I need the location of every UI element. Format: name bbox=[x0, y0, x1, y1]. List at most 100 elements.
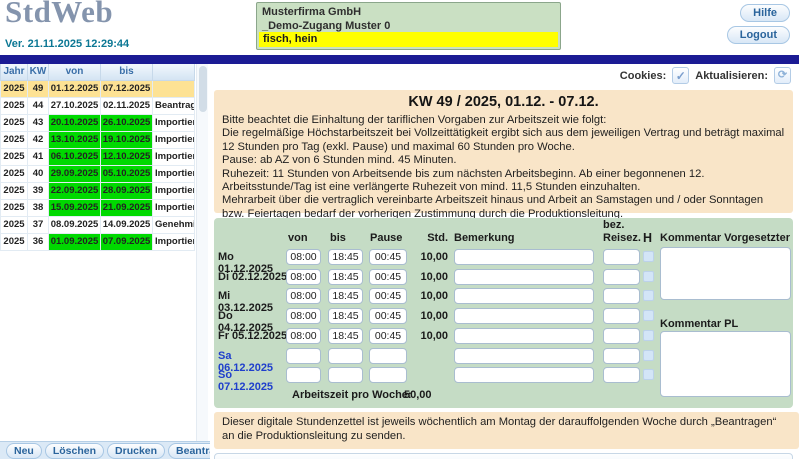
bis-input[interactable] bbox=[328, 328, 363, 344]
week-cell-bis: 14.09.2025 bbox=[100, 215, 153, 234]
week-cell-status: Importiert bbox=[152, 113, 195, 132]
col-von: von bbox=[48, 64, 101, 81]
day-label: Fr 05.12.2025 bbox=[218, 330, 288, 342]
week-row[interactable]: 20254106.10.202512.10.2025Importiert bbox=[0, 147, 195, 166]
col-kw: KW bbox=[27, 64, 49, 81]
pause-input[interactable] bbox=[369, 308, 407, 324]
h-checkbox[interactable] bbox=[643, 330, 654, 341]
pause-input[interactable] bbox=[369, 367, 407, 383]
std-value: 10,00 bbox=[420, 310, 448, 322]
std-value: 10,00 bbox=[420, 330, 448, 342]
week-cell-von: 22.09.2025 bbox=[48, 181, 101, 200]
week-list-scrollbar[interactable] bbox=[196, 64, 208, 441]
h-checkbox[interactable] bbox=[643, 350, 654, 361]
kommentar-vorgesetzter-textarea[interactable] bbox=[660, 247, 791, 300]
reisez-input[interactable] bbox=[603, 348, 640, 364]
week-row[interactable]: 20253708.09.202514.09.2025Genehmigt bbox=[0, 215, 195, 234]
week-row[interactable]: 20253815.09.202521.09.2025Importiert bbox=[0, 198, 195, 217]
week-row[interactable]: 20254029.09.202505.10.2025Importiert bbox=[0, 164, 195, 183]
h-checkbox[interactable] bbox=[643, 290, 654, 301]
action-neu[interactable]: Neu bbox=[6, 443, 42, 459]
week-cell-status: Genehmigt bbox=[152, 215, 195, 234]
h-checkbox[interactable] bbox=[643, 369, 654, 380]
head-reisez-1: bez. bbox=[603, 219, 625, 231]
week-row[interactable]: 20253601.09.202507.09.2025Importiert bbox=[0, 232, 195, 251]
pause-input[interactable] bbox=[369, 249, 407, 265]
notice-line: Ruhezeit: 11 Stunden von Arbeitsende bis… bbox=[222, 167, 705, 194]
bemerkung-input[interactable] bbox=[454, 367, 594, 383]
week-cell-kw: 44 bbox=[27, 96, 49, 115]
week-cell-status: Importiert bbox=[152, 147, 195, 166]
week-row[interactable]: 20254427.10.202502.11.2025Beantragt bbox=[0, 96, 195, 115]
cookies-checkbox[interactable]: ✓ bbox=[672, 67, 690, 84]
von-input[interactable] bbox=[286, 367, 321, 383]
reisez-input[interactable] bbox=[603, 328, 640, 344]
week-cell-kw: 40 bbox=[27, 164, 49, 183]
bis-input[interactable] bbox=[328, 367, 363, 383]
settings-row: Cookies: ✓ Aktualisieren: ⟳ bbox=[620, 67, 791, 84]
bemerkung-input[interactable] bbox=[454, 348, 594, 364]
bis-input[interactable] bbox=[328, 348, 363, 364]
head-reisez-2: Reisez. bbox=[603, 232, 641, 244]
reisez-input[interactable] bbox=[603, 288, 640, 304]
reisez-input[interactable] bbox=[603, 249, 640, 265]
von-input[interactable] bbox=[286, 308, 321, 324]
week-row[interactable]: 20254320.10.202526.10.2025Importiert bbox=[0, 113, 195, 132]
bemerkung-input[interactable] bbox=[454, 288, 594, 304]
week-cell-kw: 43 bbox=[27, 113, 49, 132]
week-cell-von: 20.10.2025 bbox=[48, 113, 101, 132]
week-row[interactable]: 2025 49 01.12.2025 07.12.2025 bbox=[0, 79, 195, 98]
day-label: Di 02.12.2025 bbox=[218, 271, 288, 283]
von-input[interactable] bbox=[286, 348, 321, 364]
head-von: von bbox=[288, 232, 308, 244]
week-row[interactable]: 20254213.10.202519.10.2025Importiert bbox=[0, 130, 195, 149]
bemerkung-input[interactable] bbox=[454, 249, 594, 265]
bis-input[interactable] bbox=[328, 269, 363, 285]
cookies-label: Cookies: bbox=[619, 69, 667, 82]
rules-notice-box: KW 49 / 2025, 01.12. - 07.12. Bitte beac… bbox=[214, 90, 793, 220]
week-list-panel: Jahr KW von bis 2025 49 01.12.2025 07.12.20… bbox=[0, 64, 242, 459]
week-cell-jahr: 2025 bbox=[0, 215, 28, 234]
refresh-icon[interactable]: ⟳ bbox=[774, 67, 791, 84]
h-checkbox[interactable] bbox=[643, 310, 654, 321]
h-checkbox[interactable] bbox=[643, 251, 654, 262]
von-input[interactable] bbox=[286, 328, 321, 344]
kommentar-pl-textarea[interactable] bbox=[660, 331, 791, 397]
von-input[interactable] bbox=[286, 269, 321, 285]
logout-button[interactable]: Logout bbox=[726, 26, 790, 44]
top-header: StdWeb Ver. 21.11.2025 12:29:44 Musterfi… bbox=[0, 0, 799, 55]
week-cell-bis: 05.10.2025 bbox=[100, 164, 153, 183]
week-cell-status: Importiert bbox=[152, 130, 195, 149]
bis-input[interactable] bbox=[328, 249, 363, 265]
scrollbar-thumb[interactable] bbox=[199, 66, 207, 112]
bemerkung-input[interactable] bbox=[454, 308, 594, 324]
week-cell-kw: 39 bbox=[27, 181, 49, 200]
bemerkung-input[interactable] bbox=[454, 328, 594, 344]
action-drucken[interactable]: Drucken bbox=[107, 443, 166, 459]
bemerkung-input[interactable] bbox=[454, 269, 594, 285]
week-row[interactable]: 20253922.09.202528.09.2025Importiert bbox=[0, 181, 195, 200]
week-cell-von: 01.09.2025 bbox=[48, 232, 101, 251]
bis-input[interactable] bbox=[328, 308, 363, 324]
pause-input[interactable] bbox=[369, 348, 407, 364]
pause-input[interactable] bbox=[369, 269, 407, 285]
pause-input[interactable] bbox=[369, 328, 407, 344]
bis-input[interactable] bbox=[328, 288, 363, 304]
von-input[interactable] bbox=[286, 249, 321, 265]
week-cell-status: Importiert bbox=[152, 181, 195, 200]
reisez-input[interactable] bbox=[603, 367, 640, 383]
week-cell-jahr: 2025 bbox=[0, 232, 28, 251]
pause-input[interactable] bbox=[369, 288, 407, 304]
head-pause: Pause bbox=[370, 232, 403, 244]
weekly-total-label: Arbeitszeit pro Woche: bbox=[292, 389, 412, 401]
week-cell-bis: 02.11.2025 bbox=[100, 96, 153, 115]
current-user: fisch, hein bbox=[259, 32, 558, 47]
von-input[interactable] bbox=[286, 288, 321, 304]
action-lschen[interactable]: Löschen bbox=[44, 443, 105, 459]
head-h: H bbox=[643, 231, 653, 245]
reisez-input[interactable] bbox=[603, 269, 640, 285]
help-button[interactable]: Hilfe bbox=[740, 4, 790, 22]
reisez-input[interactable] bbox=[603, 308, 640, 324]
h-checkbox[interactable] bbox=[643, 271, 654, 282]
timesheet-panel: Cookies: ✓ Aktualisieren: ⟳ KW 49 / 2025… bbox=[210, 64, 799, 459]
